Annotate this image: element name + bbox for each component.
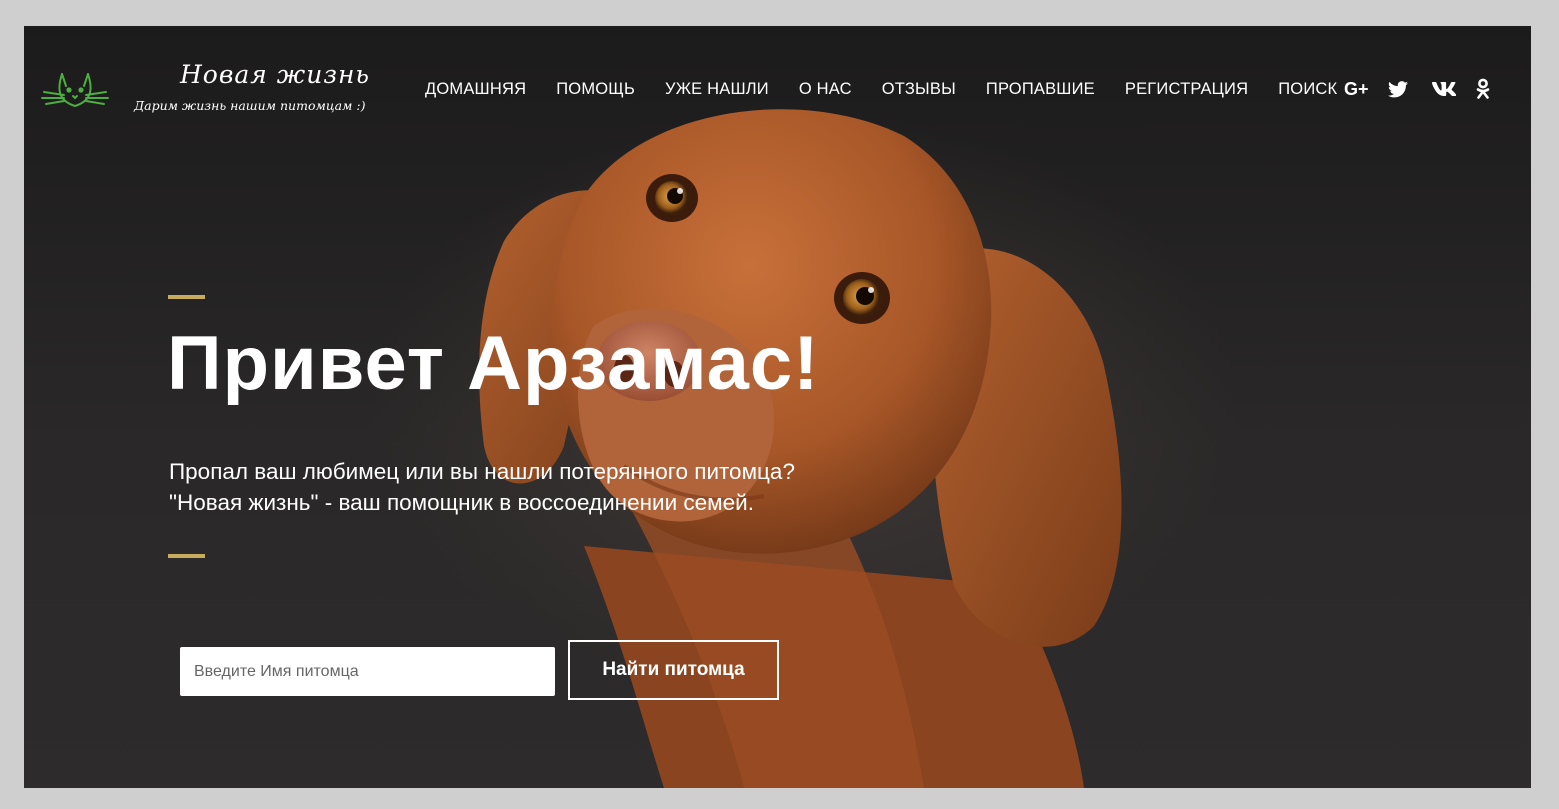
- find-pet-button[interactable]: Найти питомца: [568, 640, 779, 700]
- vk-icon[interactable]: [1432, 76, 1476, 102]
- accent-bar-top: [168, 295, 205, 299]
- hero-description: Пропал ваш любимец или вы нашли потерянн…: [169, 456, 795, 518]
- cat-icon: [41, 73, 109, 108]
- nav-item-found[interactable]: УЖЕ НАШЛИ: [665, 80, 769, 99]
- nav-item-registration[interactable]: РЕГИСТРАЦИЯ: [1125, 80, 1248, 99]
- logo[interactable]: Новая жизнь Дарим жизнь нашим питомцам :…: [40, 58, 380, 120]
- nav-item-about[interactable]: О НАС: [799, 80, 852, 99]
- logo-title: Новая жизнь: [180, 60, 371, 89]
- google-plus-label: G+: [1344, 78, 1369, 99]
- logo-subtitle: Дарим жизнь нашим питомцам :): [134, 98, 366, 113]
- nav-item-reviews[interactable]: ОТЗЫВЫ: [882, 80, 956, 99]
- nav-item-search[interactable]: ПОИСК: [1278, 80, 1337, 99]
- nav-item-home[interactable]: ДОМАШНЯЯ: [425, 80, 526, 99]
- social-links: G+: [1344, 76, 1520, 102]
- hero-line-2: "Новая жизнь" - ваш помощник в воссоедин…: [169, 490, 754, 515]
- google-plus-icon[interactable]: G+: [1344, 76, 1388, 102]
- accent-bar-bottom: [168, 554, 205, 558]
- hero-line-1: Пропал ваш любимец или вы нашли потерянн…: [169, 459, 795, 484]
- odnoklassniki-icon[interactable]: [1476, 76, 1520, 102]
- hero-section: Новая жизнь Дарим жизнь нашим питомцам :…: [24, 26, 1531, 788]
- pet-name-input[interactable]: [180, 647, 555, 696]
- nav-item-missing[interactable]: ПРОПАВШИЕ: [986, 80, 1095, 99]
- hero-title: Привет Арзамас!: [167, 321, 820, 406]
- twitter-icon[interactable]: [1388, 76, 1432, 102]
- nav-item-help[interactable]: ПОМОЩЬ: [556, 80, 635, 99]
- main-nav: ДОМАШНЯЯ ПОМОЩЬ УЖЕ НАШЛИ О НАС ОТЗЫВЫ П…: [425, 80, 1367, 99]
